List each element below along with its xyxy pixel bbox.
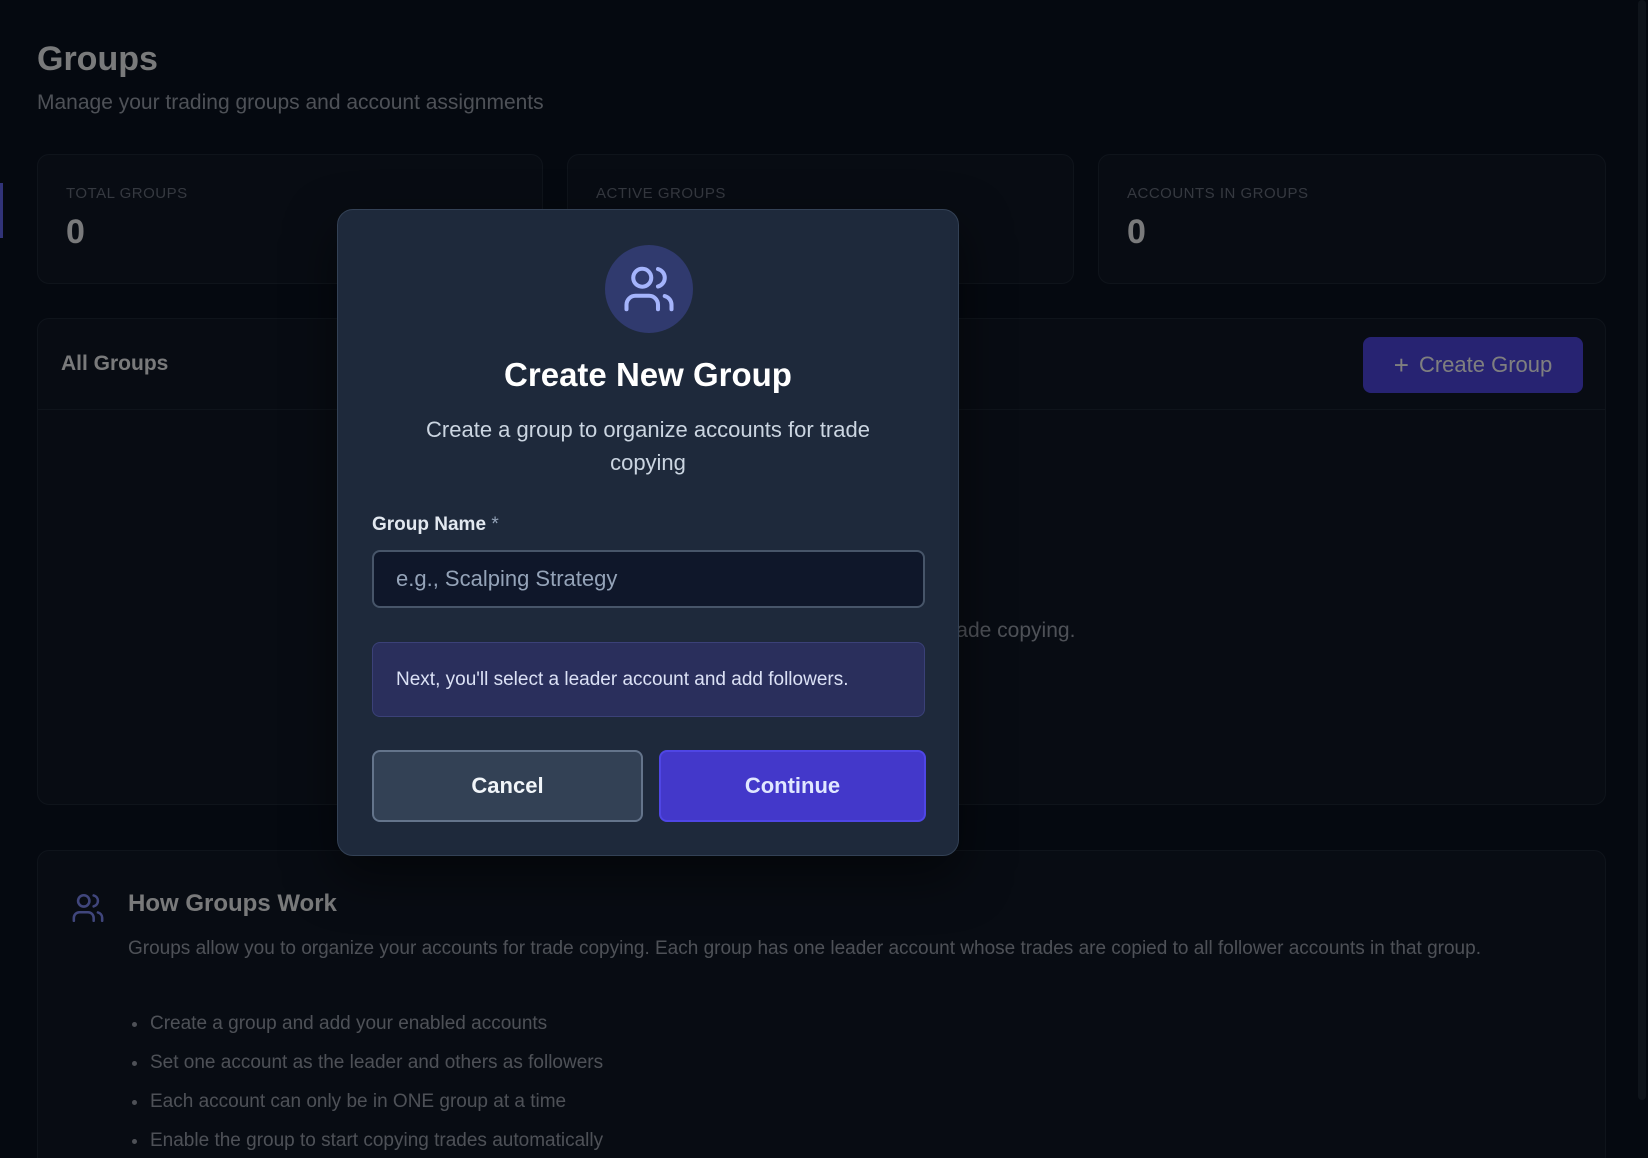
group-name-label: Group Name * [372, 514, 499, 536]
group-name-label-text: Group Name [372, 514, 487, 535]
modal-icon-circle [605, 245, 693, 333]
cancel-button[interactable]: Cancel [372, 750, 643, 822]
info-notice-text: Next, you'll select a leader account and… [396, 668, 849, 690]
required-marker: * [491, 514, 499, 535]
users-icon [624, 266, 674, 312]
modal-subtitle: Create a group to organize accounts for … [426, 417, 870, 475]
group-name-input[interactable] [372, 550, 925, 608]
info-notice: Next, you'll select a leader account and… [372, 642, 925, 717]
create-group-modal: Create New Group Create a group to organ… [337, 209, 959, 856]
modal-title: Create New Group [504, 356, 792, 393]
continue-button[interactable]: Continue [659, 750, 926, 822]
